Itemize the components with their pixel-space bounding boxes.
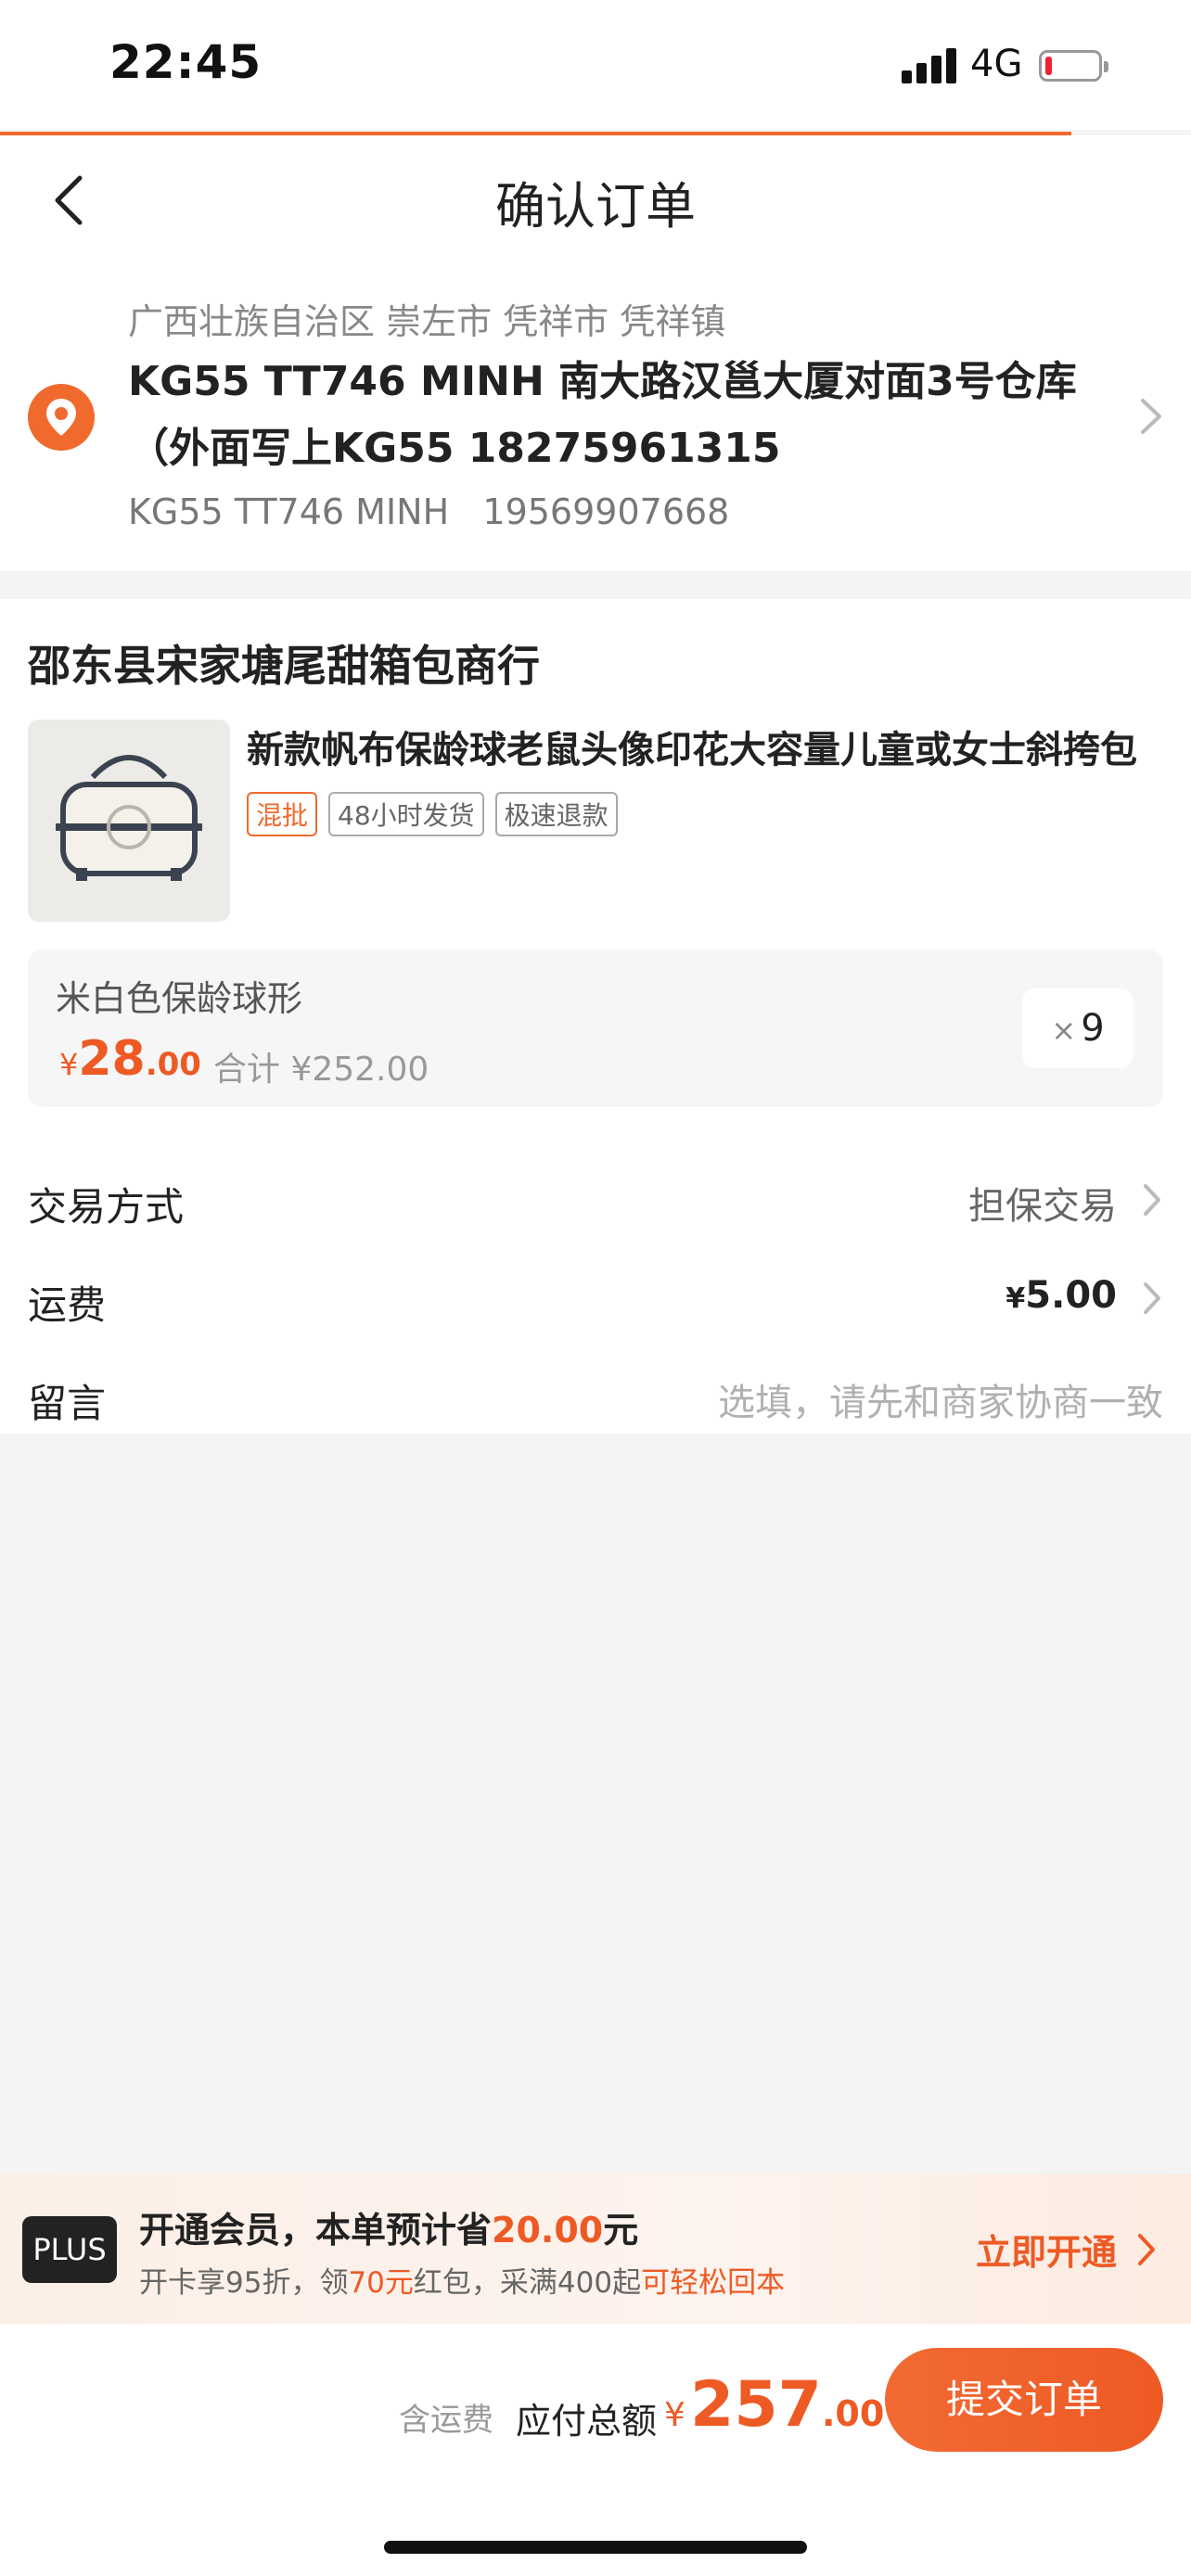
trade-method-row[interactable]: 交易方式 担保交易 — [0, 1150, 1191, 1248]
plus-benefit-text: 开卡享95折，领70元红包，采满400起可轻松回本 — [139, 2259, 785, 2301]
checkout-footer: 含运费 应付总额 ¥ 257.00 提交订单 — [0, 2324, 1191, 2576]
plus-payback: 可轻松回本 — [641, 2266, 786, 2300]
qty-value: 9 — [1081, 1007, 1105, 1050]
plus-savings-amount: 20.00 — [492, 2210, 604, 2251]
sku-box: 米白色保龄球形 ¥28.00 合计 ¥252.00 × 9 — [28, 950, 1163, 1107]
unit-price: ¥28.00 — [59, 1031, 201, 1087]
chevron-right-icon — [1141, 399, 1161, 434]
shop-name[interactable]: 邵东县宋家塘尾甜箱包商行 — [28, 632, 540, 694]
message-row[interactable]: 留言 选填，请先和商家协商一致 — [0, 1346, 1191, 1445]
contact-phone: 19569907668 — [482, 491, 730, 532]
home-indicator — [384, 2541, 807, 2554]
product-tags: 混批 48小时发货 极速退款 — [247, 792, 618, 836]
signal-icon — [902, 48, 957, 83]
submit-order-button[interactable]: 提交订单 — [885, 2348, 1163, 2452]
price-currency: ¥ — [59, 1047, 79, 1082]
chevron-right-icon — [1144, 1184, 1160, 1216]
tag-48h-shipping: 48小时发货 — [328, 792, 484, 836]
address-card[interactable]: 广西壮族自治区 崇左市 凭祥市 凭祥镇 KG55 TT746 MINH 南大路汉… — [0, 265, 1191, 571]
total-label: 应付总额 — [516, 2401, 658, 2442]
battery-icon — [1039, 50, 1108, 82]
page-title: 确认订单 — [495, 177, 696, 236]
address-region: 广西壮族自治区 崇左市 凭祥市 凭祥镇 — [128, 301, 726, 342]
quantity-stepper[interactable]: × 9 — [1022, 988, 1133, 1068]
total-amount: ¥ 257.00 — [664, 2368, 884, 2442]
nav-bar: 确认订单 — [0, 135, 1191, 265]
plus-line1-a: 开通会员，本单预计省 — [139, 2210, 493, 2251]
address-contact: KG55 TT746 MINH 19569907668 — [128, 491, 729, 532]
item-subtotal: 合计 ¥252.00 — [213, 1051, 429, 1089]
location-pin-icon — [28, 384, 95, 451]
message-label: 留言 — [28, 1381, 107, 1426]
shipping-fee-value: ¥5.00 — [1005, 1274, 1117, 1317]
total-currency: ¥ — [664, 2396, 685, 2434]
qty-multiply: × — [1051, 1013, 1077, 1048]
product-title[interactable]: 新款帆布保龄球老鼠头像印花大容量儿童或女士斜挎包 — [247, 720, 1137, 773]
plus-line2-b: 红包，采满400起 — [413, 2266, 642, 2300]
chevron-right-icon — [1144, 1282, 1160, 1314]
price-integer: 28 — [78, 1031, 146, 1087]
plus-badge: PLUS — [22, 2216, 117, 2283]
tag-fast-refund: 极速退款 — [494, 792, 618, 836]
contact-name: KG55 TT746 MINH — [128, 491, 450, 532]
trade-method-value: 担保交易 — [968, 1185, 1117, 1228]
shipping-fee-label: 运费 — [28, 1282, 107, 1328]
shop-card: 邵东县宋家塘尾甜箱包商行 新款帆布保龄球老鼠头像印花大容量儿童或女士斜挎包 混批… — [0, 599, 1191, 1434]
price-decimal: .00 — [145, 1046, 201, 1083]
sku-name: 米白色保龄球形 — [56, 978, 303, 1019]
network-type: 4G — [970, 43, 1023, 85]
shipping-fee-row[interactable]: 运费 ¥5.00 — [0, 1248, 1191, 1346]
message-input[interactable]: 选填，请先和商家协商一致 — [718, 1372, 1163, 1426]
status-time: 22:45 — [109, 35, 263, 89]
address-detail: KG55 TT746 MINH 南大路汉邕大厦对面3号仓库（外面写上KG55 1… — [128, 358, 1077, 472]
tag-mixed-wholesale: 混批 — [247, 792, 318, 836]
total-integer: 257 — [690, 2368, 822, 2442]
plus-membership-banner[interactable]: PLUS 开通会员，本单预计省20.00元 开卡享95折，领70元红包，采满40… — [0, 2174, 1191, 2324]
chevron-right-icon — [1138, 2234, 1155, 2265]
shipping-currency: ¥ — [1005, 1282, 1026, 1315]
plus-activate-button[interactable]: 立即开通 — [976, 2224, 1117, 2275]
status-bar: 22:45 4G — [0, 0, 1191, 130]
total-decimal: .00 — [821, 2393, 885, 2434]
plus-red-packet: 70元 — [348, 2266, 414, 2300]
trade-method-label: 交易方式 — [28, 1184, 185, 1230]
shipping-amount: 5.00 — [1025, 1274, 1117, 1317]
plus-savings-text: 开通会员，本单预计省20.00元 — [139, 2201, 638, 2252]
plus-line1-b: 元 — [603, 2210, 639, 2251]
product-image[interactable] — [28, 720, 230, 922]
shipping-included-note: 含运费 — [399, 2402, 493, 2439]
plus-line2-a: 开卡享95折，领 — [139, 2266, 349, 2300]
